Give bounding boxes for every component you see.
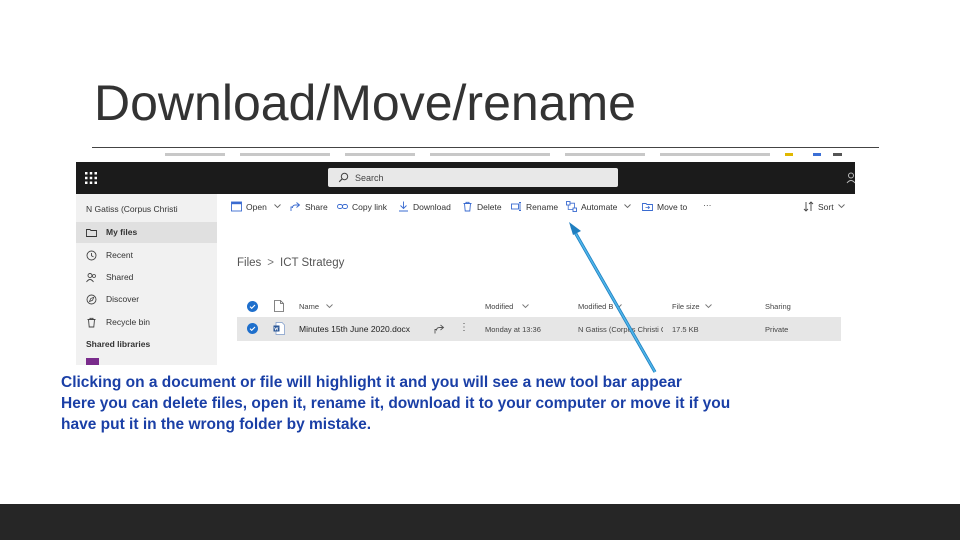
onedrive-screenshot: Search N Gatiss (Corpus Christi My files…: [76, 162, 855, 365]
app-launcher-icon[interactable]: [84, 171, 98, 185]
trash-icon: [87, 317, 96, 328]
sidebar-item-shared[interactable]: Shared: [76, 267, 217, 288]
chevron-down-icon: [615, 304, 622, 309]
more-actions-icon[interactable]: ⋮: [459, 322, 469, 333]
delete-label: Delete: [477, 202, 502, 212]
column-header-modified-by[interactable]: Modified By: [578, 302, 613, 311]
checkmark-icon: [249, 304, 256, 310]
copy-link-label: Copy link: [352, 202, 387, 212]
file-type-icon: [274, 300, 284, 312]
column-header-sharing[interactable]: Sharing: [765, 302, 791, 311]
caption-line: have put it in the wrong folder by mista…: [61, 416, 372, 433]
sort-label: Sort: [818, 202, 834, 212]
share-icon[interactable]: [434, 324, 445, 334]
modified-date: Monday at 13:36: [485, 325, 541, 334]
modified-by: N Gatiss (Corpus Christi C: [578, 325, 663, 334]
share-label: Share: [305, 202, 328, 212]
sharing-status: Private: [765, 325, 789, 334]
download-icon: [399, 201, 408, 212]
file-size: 17.5 KB: [672, 325, 699, 334]
sidebar-item-label: Recent: [106, 250, 133, 260]
breadcrumb-current: ICT Strategy: [280, 257, 345, 269]
column-header-file-size[interactable]: File size: [672, 302, 700, 311]
column-header-name[interactable]: Name: [299, 302, 319, 311]
caption-line: Here you can delete files, open it, rena…: [61, 395, 731, 412]
automate-label: Automate: [581, 202, 618, 212]
sidebar-item-recent[interactable]: Recent: [76, 245, 217, 266]
command-bar: Open Share Copy link Download Delete Ren…: [217, 194, 855, 220]
file-list-header: Name Modified Modified By File size Shar…: [237, 296, 841, 316]
search-input[interactable]: Search: [328, 168, 618, 187]
slide-title: Download/Move/rename: [94, 75, 636, 131]
sidebar-item-label: Recycle bin: [106, 317, 150, 327]
select-all-checkbox[interactable]: [247, 301, 258, 312]
chevron-down-icon: [705, 304, 712, 309]
search-icon: [338, 172, 349, 183]
chevron-down-icon: [624, 204, 631, 209]
instruction-caption: Clicking on a document or file will high…: [61, 372, 881, 435]
people-icon: [86, 273, 96, 283]
breadcrumb-separator: >: [267, 257, 274, 269]
chevron-down-icon: [522, 304, 529, 309]
table-row[interactable]: Minutes 15th June 2020.docx ⋮ Monday at …: [237, 317, 841, 341]
shared-libraries-heading: Shared libraries: [86, 339, 151, 349]
trash-icon: [463, 201, 472, 212]
left-navigation: N Gatiss (Corpus Christi My files Recent…: [76, 194, 217, 365]
breadcrumb-files[interactable]: Files: [237, 257, 261, 269]
move-to-label: Move to: [657, 202, 688, 212]
open-label: Open: [246, 202, 267, 212]
compass-icon: [86, 294, 97, 305]
rename-label: Rename: [526, 202, 559, 212]
chevron-down-icon: [838, 204, 845, 209]
chevron-down-icon: [274, 204, 281, 209]
column-header-modified[interactable]: Modified: [485, 302, 513, 311]
automate-icon: [566, 201, 577, 212]
file-name[interactable]: Minutes 15th June 2020.docx: [299, 324, 410, 334]
caption-line: Clicking on a document or file will high…: [61, 374, 682, 391]
sidebar-item-label: My files: [106, 227, 138, 237]
share-icon: [290, 202, 301, 211]
sidebar-item-discover[interactable]: Discover: [76, 289, 217, 310]
checkmark-icon: [249, 326, 256, 332]
word-document-icon: [273, 322, 285, 335]
chevron-down-icon: [326, 304, 333, 309]
more-options-button[interactable]: ···: [703, 200, 712, 214]
breadcrumb: Files > ICT Strategy: [237, 257, 344, 269]
sidebar-item-recycle-bin[interactable]: Recycle bin: [76, 312, 217, 333]
library-tile-icon[interactable]: [86, 358, 99, 365]
person-icon[interactable]: [846, 172, 855, 184]
open-icon: [231, 201, 242, 212]
sidebar-item-label: Shared: [106, 272, 134, 282]
download-label: Download: [413, 202, 451, 212]
move-folder-icon: [642, 203, 653, 211]
sidebar-item-my-files[interactable]: My files: [76, 222, 217, 243]
link-icon: [337, 204, 348, 209]
sort-icon: [803, 201, 814, 212]
account-name: N Gatiss (Corpus Christi: [86, 204, 178, 214]
title-divider: [92, 147, 879, 148]
cropped-browser-bar: [125, 150, 855, 160]
slide-footer-bar: [0, 504, 960, 540]
search-placeholder: Search: [355, 173, 384, 183]
sidebar-item-label: Discover: [106, 294, 140, 304]
app-top-bar: Search: [76, 162, 855, 194]
folder-icon: [86, 229, 97, 237]
rename-icon: [511, 202, 521, 211]
row-checkbox[interactable]: [247, 323, 258, 334]
clock-icon: [86, 250, 97, 261]
